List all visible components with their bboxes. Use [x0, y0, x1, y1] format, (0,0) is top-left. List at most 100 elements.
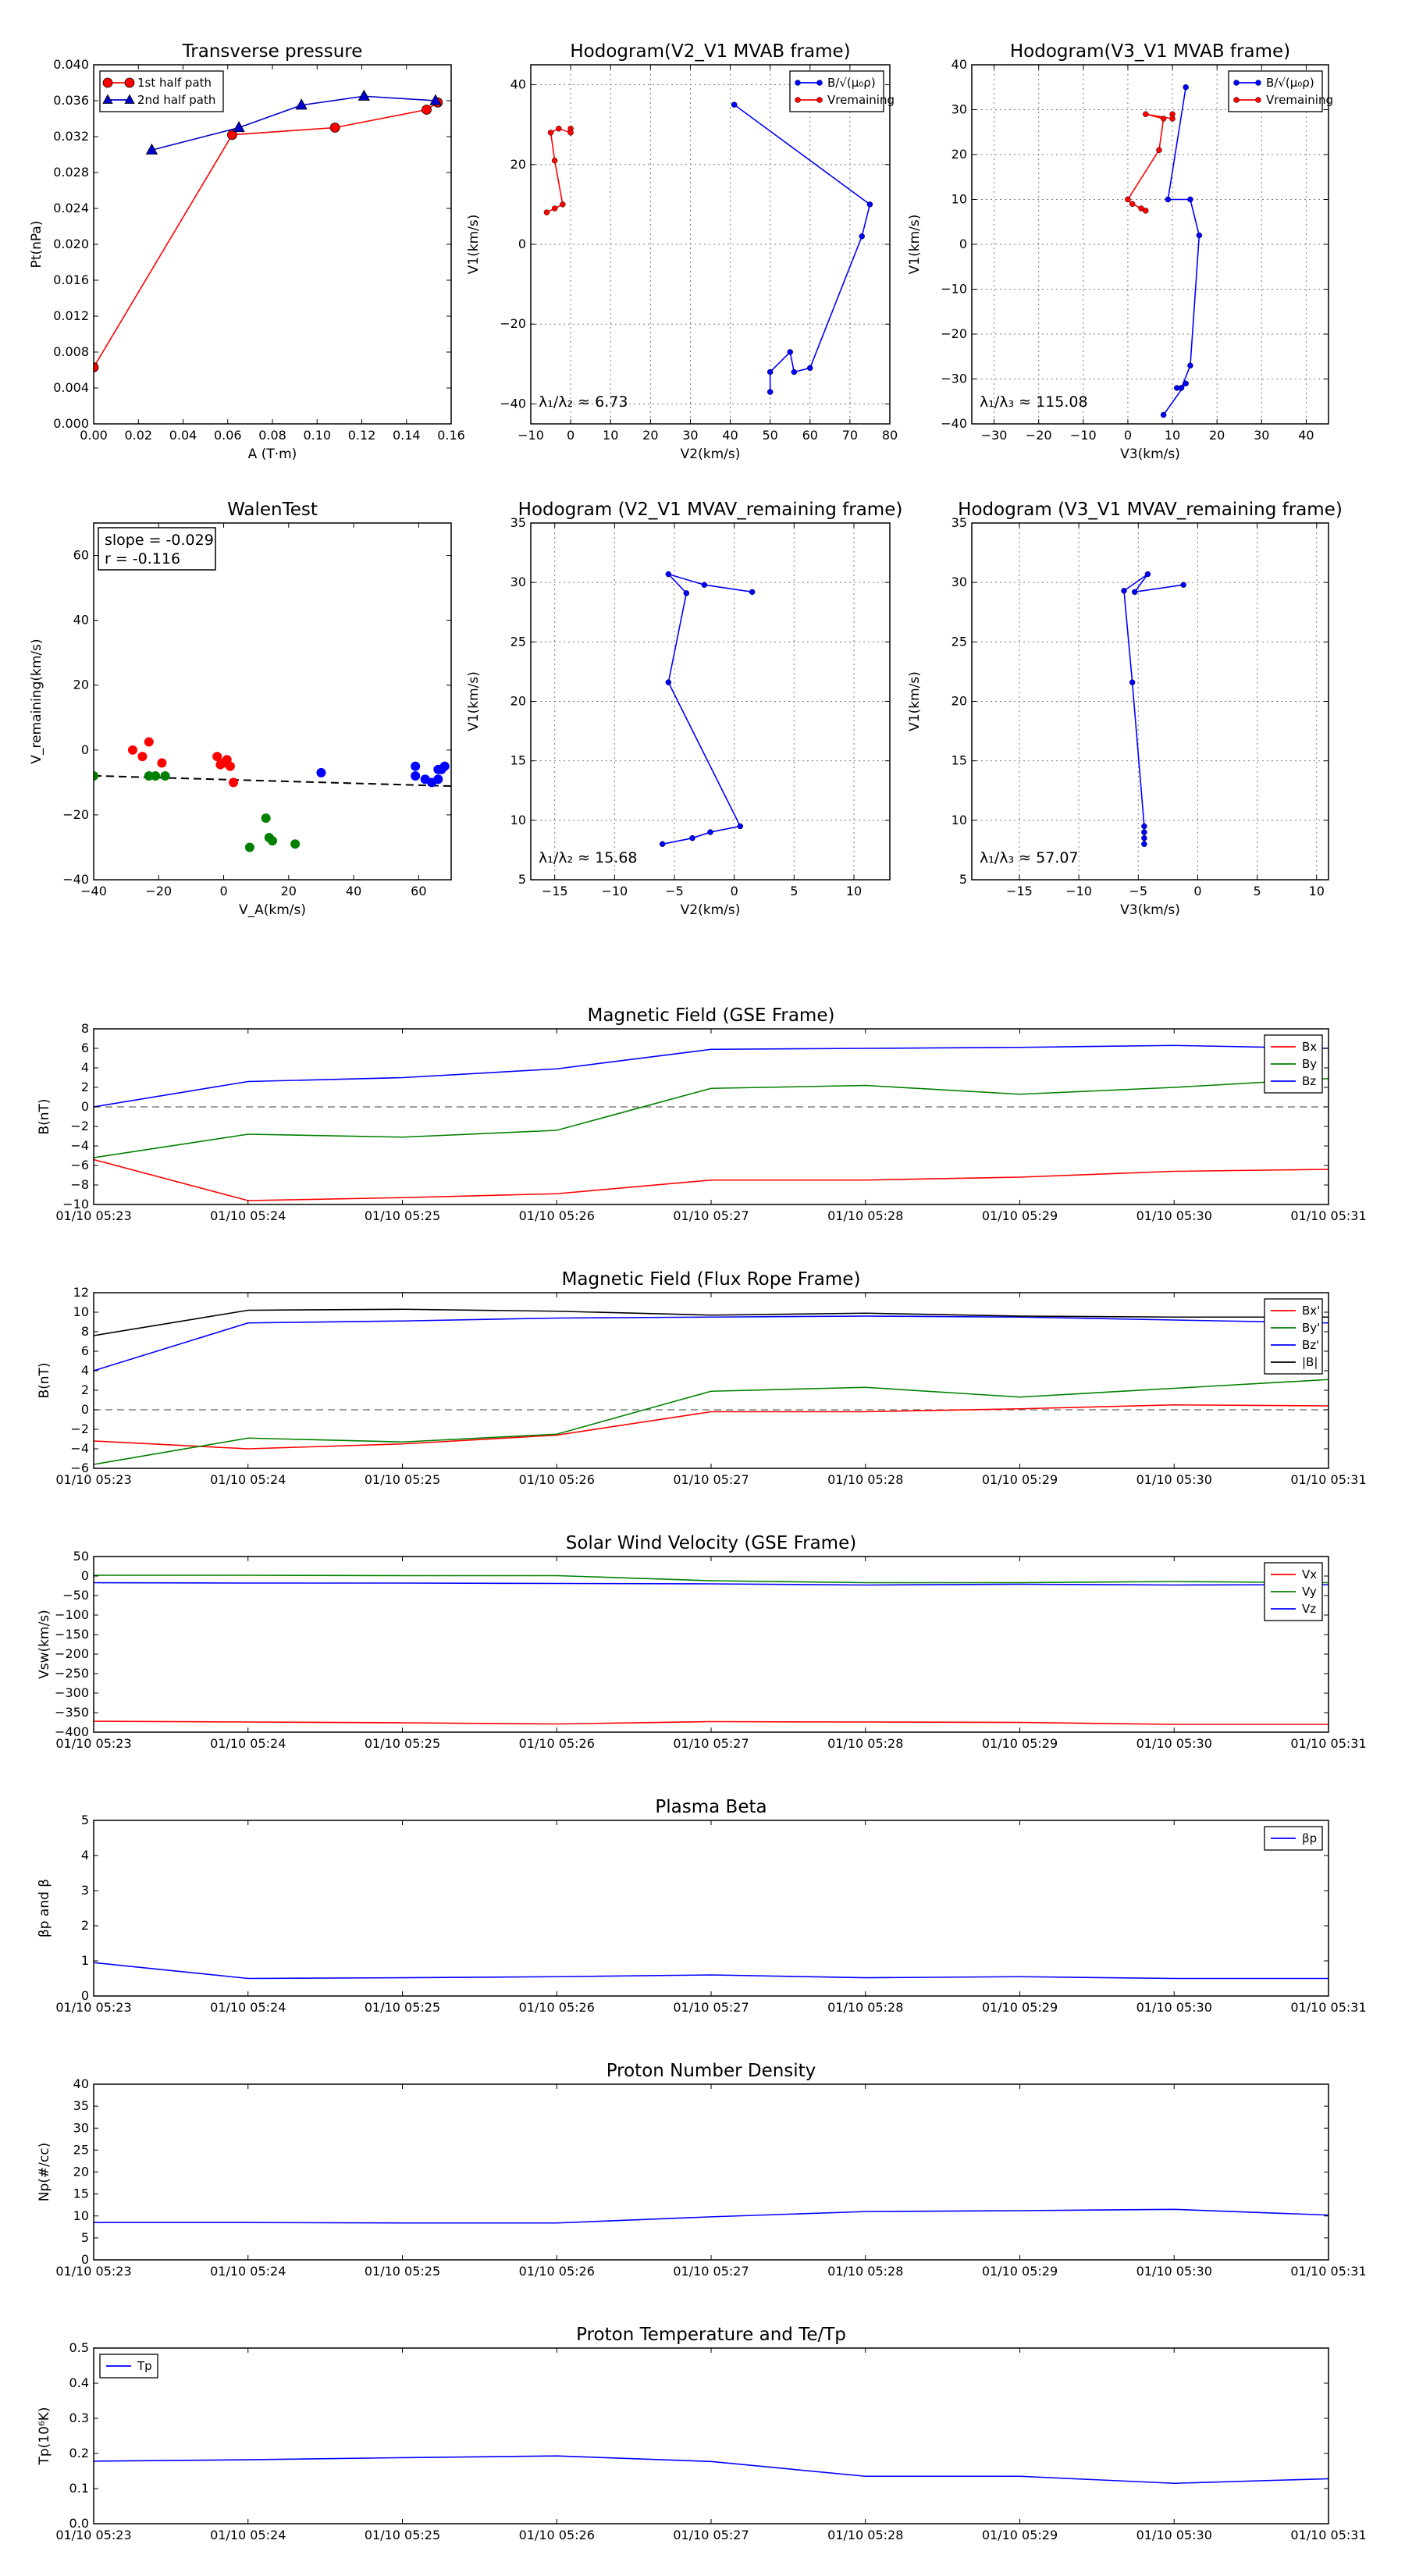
y-tick-label: 40	[510, 77, 526, 92]
y-tick-label: 15	[73, 2186, 89, 2201]
y-tick-label: 2	[81, 1080, 89, 1094]
series-line	[94, 101, 439, 368]
chart-title: Hodogram (V3_V1 MVAV_remaining frame)	[958, 500, 1343, 520]
y-tick-label: 10	[510, 813, 526, 827]
x-tick-label: 0.04	[169, 428, 197, 443]
series-line	[94, 1315, 1329, 1372]
legend-label: Vz	[1302, 1602, 1316, 1616]
y-axis-label: B(nT)	[37, 1098, 52, 1134]
chart-pb: 01/10 05:23 01/10 05:24 01/10 05:25 01/10 0…	[37, 1797, 1367, 2015]
data-point	[567, 130, 574, 136]
legend-label: Vremaining	[1266, 93, 1333, 107]
series-line	[94, 1962, 1329, 1980]
x-tick-label: 01/10 05:28	[827, 1208, 903, 1223]
x-tick-label: 01/10 05:31	[1290, 1736, 1366, 1751]
series-vy	[94, 1574, 1329, 1584]
y-tick-label: 0.036	[53, 93, 89, 108]
y-tick-label: 12	[73, 1285, 89, 1300]
data-point	[659, 841, 666, 848]
stats-line: r = -0.116	[105, 550, 180, 568]
legend: B/√(μ₀ρ) Vremaining	[789, 70, 895, 112]
y-tick-label: 0	[81, 1988, 89, 2003]
y-tick-label: −4	[70, 1441, 89, 1456]
series-line	[94, 2455, 1329, 2485]
x-axis-label: V2(km/s)	[681, 447, 741, 462]
series-np	[94, 2208, 1329, 2224]
x-tick-label: 01/10 05:28	[827, 1736, 903, 1751]
y-tick-label: 50	[73, 1549, 89, 1564]
chart-mf: 01/10 05:23 01/10 05:24 01/10 05:25 01/10 0…	[37, 1005, 1367, 1223]
x-tick-label: 01/10 05:23	[55, 2528, 131, 2542]
data-point	[1174, 385, 1180, 391]
legend-marker	[1255, 97, 1261, 103]
legend-label: B/√(μ₀ρ)	[1266, 76, 1314, 90]
y-tick-label: −250	[55, 1666, 89, 1681]
y-tick-label: 25	[951, 634, 967, 649]
y-tick-label: −6	[70, 1158, 89, 1172]
data-point	[1165, 196, 1172, 203]
x-tick-label: 40	[346, 884, 361, 898]
data-point	[1129, 679, 1136, 685]
x-tick-label: 01/10 05:25	[365, 1208, 440, 1223]
x-tick-label: 01/10 05:30	[1136, 1472, 1212, 1487]
series-line	[94, 1720, 1329, 1725]
y-axis-label: V1(km/s)	[466, 671, 482, 731]
x-tick-label: 60	[411, 884, 426, 898]
y-tick-label: 60	[73, 548, 89, 563]
data-point	[1129, 201, 1136, 207]
data-point	[665, 679, 672, 685]
x-axis-label: A (T·m)	[248, 447, 297, 462]
data-point	[329, 123, 340, 133]
y-tick-label: −10	[62, 1197, 89, 1212]
data-point	[127, 745, 137, 755]
y-tick-label: 0	[959, 237, 967, 251]
data-point	[1143, 208, 1149, 214]
chart-title: Magnetic Field (GSE Frame)	[588, 1005, 835, 1026]
data-point	[433, 774, 443, 785]
y-tick-label: −10	[941, 282, 967, 297]
x-tick-label: −10	[1065, 884, 1092, 898]
data-point	[411, 771, 421, 781]
series-by-	[94, 1379, 1329, 1465]
data-point	[316, 767, 326, 777]
series-hodogram	[1121, 571, 1186, 848]
y-tick-label: 0	[81, 2252, 89, 2267]
chart-h1: −10 0 10 20 30 40 50 60 70 80 −40 −20 0 20 40 Hodogram(…	[466, 41, 898, 462]
eigen-ratio-annotation: λ₁/λ₂ ≈ 15.68	[539, 849, 638, 866]
data-point	[665, 571, 672, 578]
legend-label: Bx	[1302, 1040, 1317, 1054]
series-tp	[94, 2455, 1329, 2485]
y-tick-label: 15	[510, 753, 526, 768]
x-tick-label: 01/10 05:25	[365, 2000, 440, 2015]
chart-title: Proton Number Density	[606, 2061, 816, 2081]
chart-pd: 01/10 05:23 01/10 05:24 01/10 05:25 01/10 0…	[37, 2061, 1367, 2279]
data-point	[791, 368, 798, 375]
y-tick-label: 10	[951, 192, 967, 207]
data-point	[1144, 571, 1151, 578]
x-tick-label: 5	[1254, 884, 1261, 898]
x-tick-label: 01/10 05:27	[673, 1736, 749, 1751]
y-tick-label: 0.1	[69, 2481, 89, 2496]
legend-label: Bx'	[1302, 1304, 1320, 1318]
x-tick-label: 01/10 05:23	[55, 2000, 131, 2015]
data-point	[439, 761, 450, 771]
x-tick-label: 10	[846, 884, 862, 898]
x-axis-label: V2(km/s)	[681, 902, 741, 918]
y-tick-label: 0.0	[69, 2516, 89, 2531]
x-tick-label: 30	[1254, 428, 1269, 443]
y-axis-label: B(nT)	[37, 1362, 52, 1398]
data-point	[1160, 411, 1167, 418]
legend: B/√(μ₀ρ) Vremaining	[1228, 70, 1333, 112]
x-axis-label: V3(km/s)	[1120, 902, 1180, 918]
y-tick-label: 30	[951, 575, 967, 589]
data-point	[1169, 116, 1176, 122]
series-line	[94, 1044, 1329, 1108]
data-point	[1183, 84, 1189, 91]
data-point	[261, 813, 271, 824]
x-tick-label: −30	[981, 428, 1008, 443]
y-tick-label: −20	[500, 316, 526, 331]
series-line	[662, 572, 752, 845]
chart-pt: 01/10 05:23 01/10 05:24 01/10 05:25 01/10 0…	[37, 2325, 1367, 2542]
data-point	[551, 205, 558, 212]
chart-sw: 01/10 05:23 01/10 05:24 01/10 05:25 01/10 0…	[37, 1533, 1367, 1751]
